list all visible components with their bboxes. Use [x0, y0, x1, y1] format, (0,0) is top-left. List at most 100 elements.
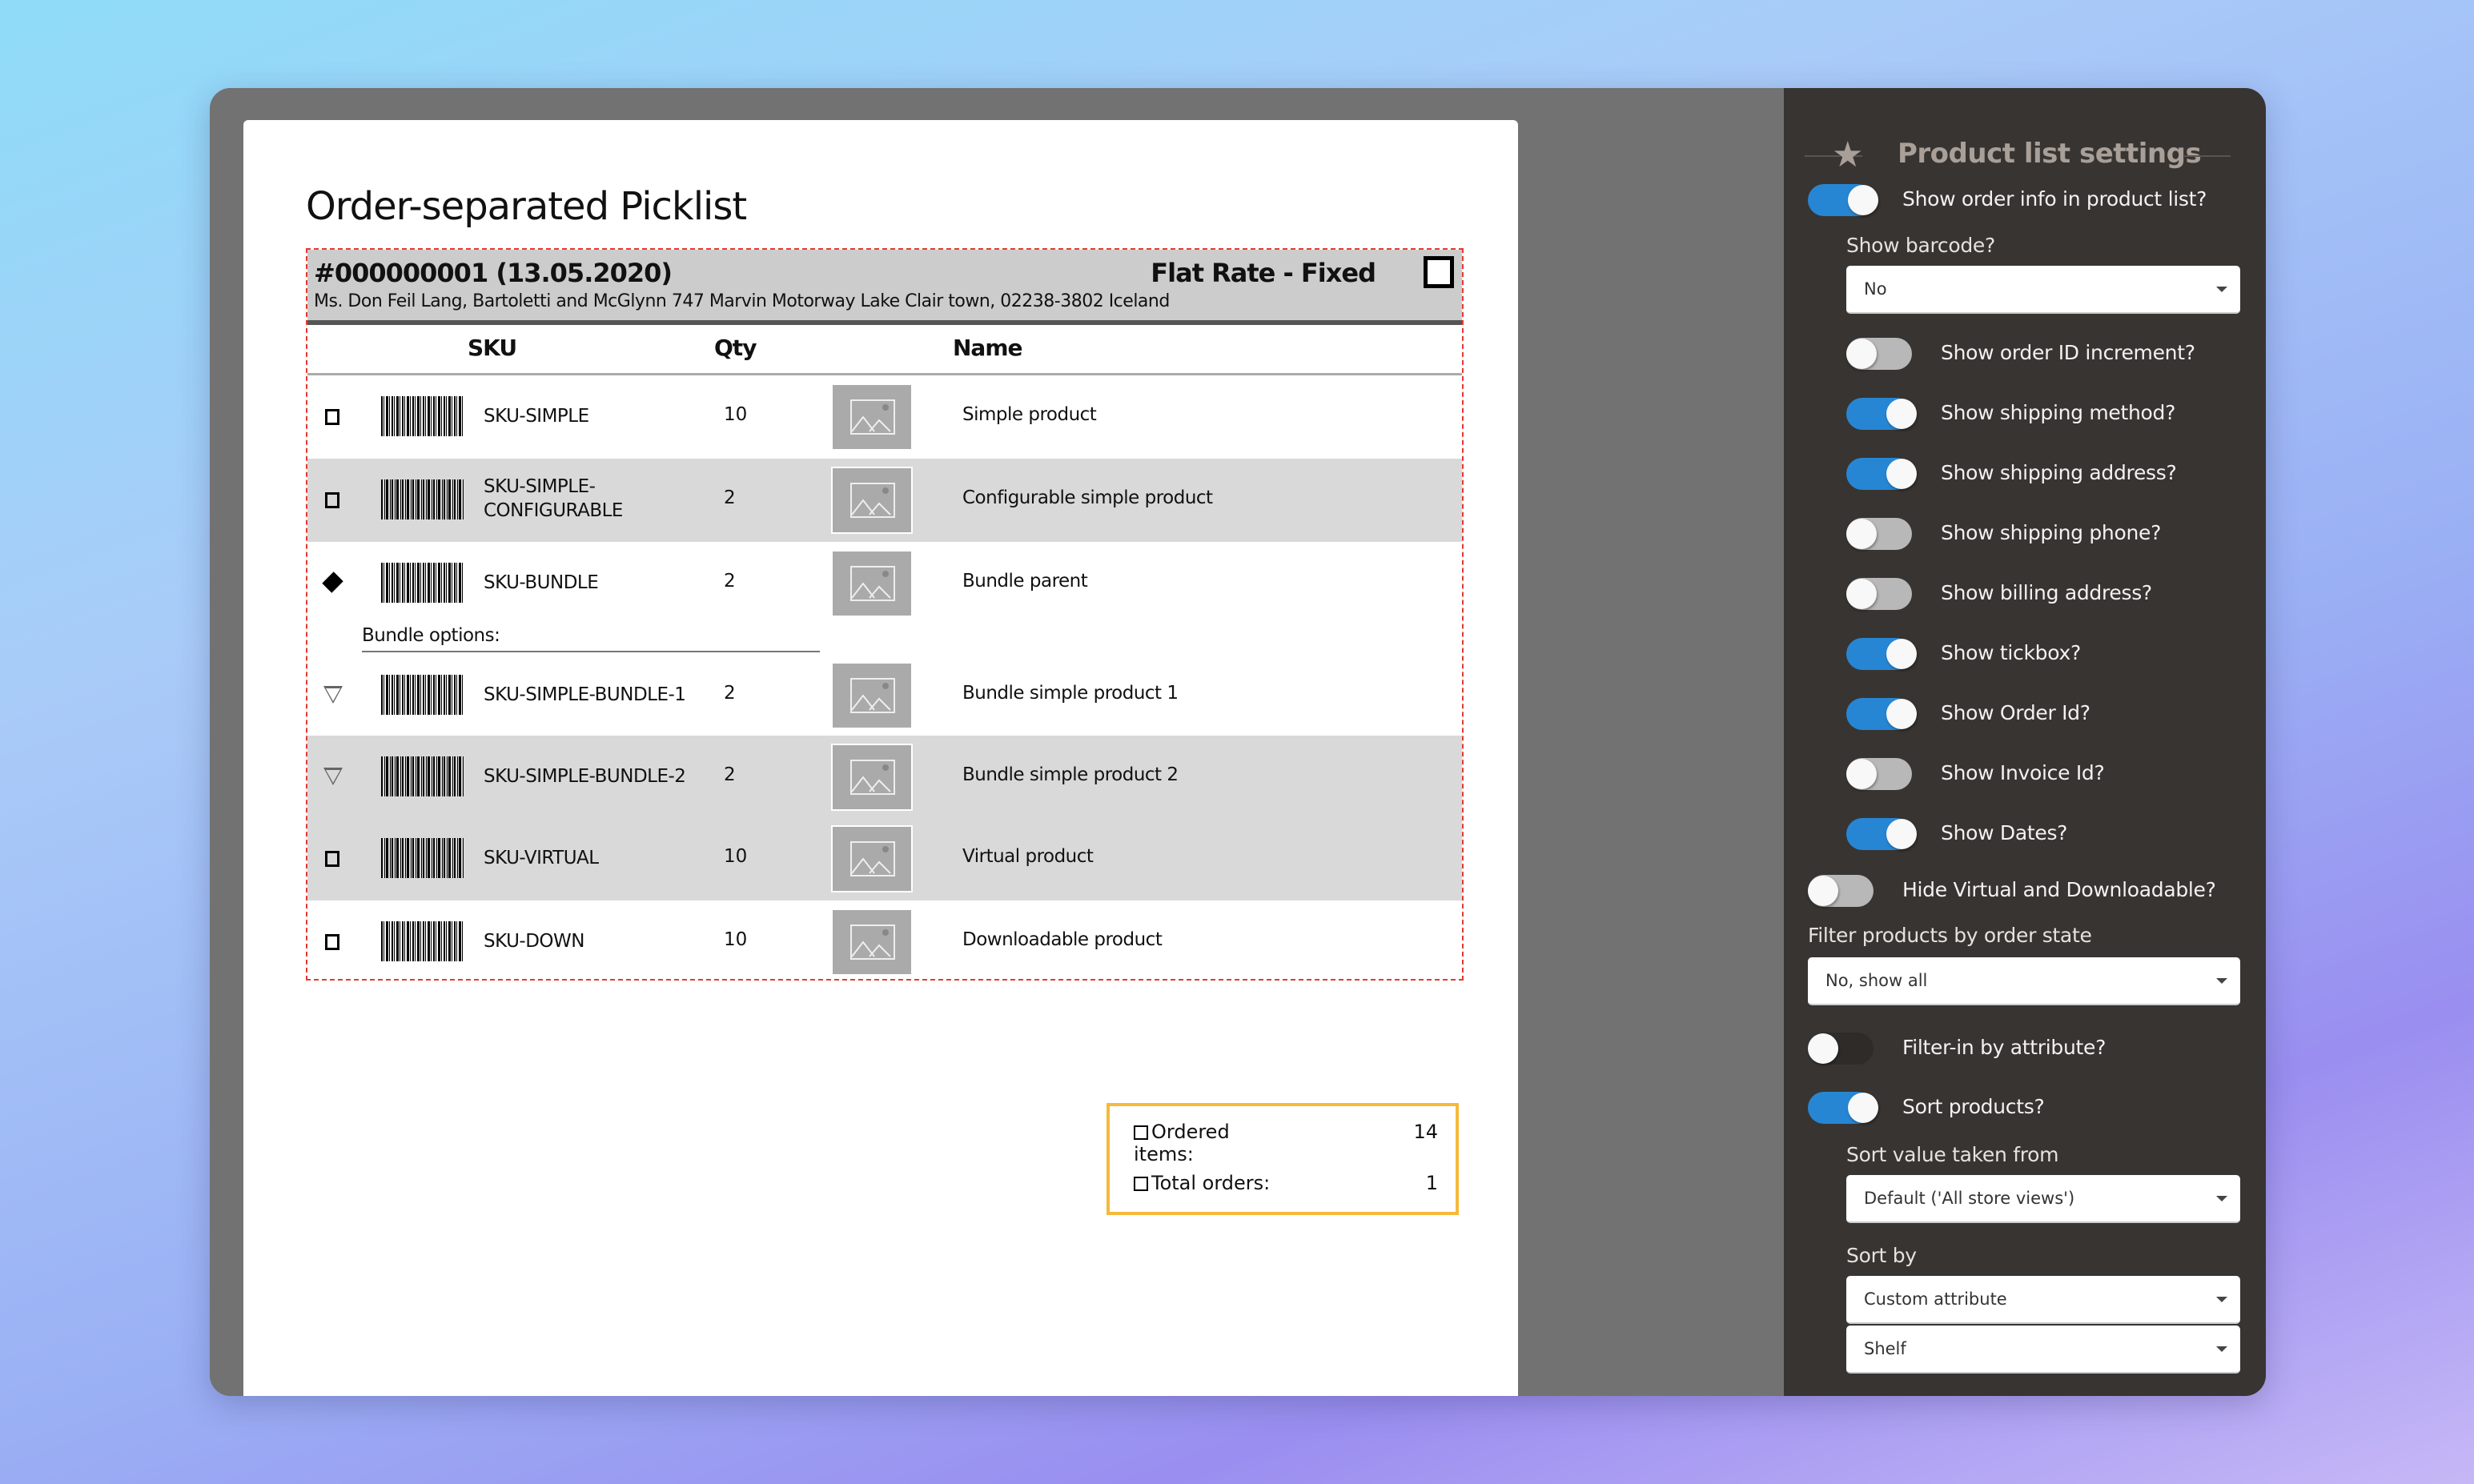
toggle-switch[interactable] [1846, 518, 1912, 550]
divider [362, 651, 820, 652]
barcode-image [381, 838, 464, 878]
sku: SKU-DOWN [484, 931, 584, 952]
toggle-switch[interactable] [1846, 338, 1912, 370]
show-barcode-label: Show barcode? [1846, 234, 1995, 257]
column-header-name: Name [953, 335, 1022, 361]
toggle-label: Show Order Id? [1941, 701, 2090, 724]
settings-title: Product list settings [1898, 138, 2202, 170]
toggle-label: Show Invoice Id? [1941, 761, 2105, 784]
ordered-items-value: 14 [1413, 1121, 1438, 1143]
toggle-switch[interactable] [1846, 398, 1917, 430]
toggle-switch[interactable] [1846, 458, 1917, 490]
sort-source-select[interactable]: Default ('All store views') [1846, 1175, 2240, 1223]
toggle-switch[interactable] [1846, 698, 1917, 730]
toggle-label: Show shipping method? [1941, 401, 2176, 424]
star-icon: ★ [1832, 134, 1864, 175]
sort-attribute-select[interactable]: Shelf [1846, 1326, 2240, 1374]
qty: 2 [724, 764, 736, 785]
caret-down-icon [2216, 1196, 2227, 1201]
tickbox-icon[interactable] [1134, 1125, 1148, 1140]
sku: SKU-BUNDLE [484, 572, 599, 593]
tickbox-icon[interactable] [1134, 1177, 1148, 1191]
tickbox-icon[interactable] [325, 409, 339, 425]
filter-state-label: Filter products by order state [1808, 924, 2092, 947]
sort-source-label: Sort value taken from [1846, 1143, 2059, 1166]
sku: SKU-SIMPLE-BUNDLE-2 [484, 766, 686, 787]
tickbox-icon[interactable] [325, 492, 339, 508]
toggle-label: Show billing address? [1941, 581, 2152, 604]
toggle-label: Hide Virtual and Downloadable? [1902, 878, 2216, 901]
select-value: No [1864, 279, 1887, 299]
toggle-label: Show tickbox? [1941, 641, 2081, 664]
product-row: SKU-SIMPLE-BUNDLE-2 2 Bundle simple produc… [307, 736, 1462, 817]
diamond-icon [322, 572, 343, 593]
toggle-switch[interactable] [1808, 1033, 1874, 1065]
toggle-label: Show order info in product list? [1902, 187, 2207, 211]
product-image-placeholder-icon [831, 467, 913, 534]
picklist-page: Order-separated Picklist #000000001 (13.… [243, 120, 1518, 1396]
product-row: SKU-SIMPLE-BUNDLE-1 2 Bundle simple produc… [307, 654, 1462, 736]
toggle-switch[interactable] [1846, 818, 1917, 850]
total-orders-label: Total orders: [1151, 1172, 1271, 1194]
barcode-image [381, 396, 464, 436]
barcode-image [381, 921, 464, 961]
toggle-label: Sort products? [1902, 1095, 2045, 1118]
app-window: Order-separated Picklist #000000001 (13.… [210, 88, 2266, 1396]
caret-down-icon [2216, 1297, 2227, 1302]
product-name: Bundle parent [962, 571, 1088, 592]
bundle-options-label: Bundle options: [362, 625, 500, 646]
qty: 10 [724, 846, 748, 867]
toggle-switch[interactable] [1846, 638, 1917, 670]
select-value: Custom attribute [1864, 1289, 2007, 1309]
toggle-switch[interactable] [1846, 578, 1912, 610]
product-name: Simple product [962, 404, 1097, 425]
select-value: No, show all [1825, 971, 1928, 990]
product-name: Bundle simple product 1 [962, 683, 1179, 704]
toggle-switch[interactable] [1808, 875, 1874, 907]
caret-down-icon [2216, 978, 2227, 984]
select-value: Default ('All store views') [1864, 1189, 2075, 1208]
toggle-label: Filter-in by attribute? [1902, 1036, 2107, 1059]
sku: SKU-SIMPLE [484, 406, 589, 427]
product-image-placeholder-icon [833, 664, 911, 728]
sort-by-label: Sort by [1846, 1244, 1917, 1267]
product-image-placeholder-icon [831, 744, 913, 811]
caret-down-icon [2216, 1346, 2227, 1352]
show-barcode-select[interactable]: No [1846, 266, 2240, 314]
product-image-placeholder-icon [833, 551, 911, 616]
toggle-switch[interactable] [1808, 184, 1878, 216]
preview-area: Order-separated Picklist #000000001 (13.… [210, 88, 1784, 1396]
order-block: #000000001 (13.05.2020) Flat Rate - Fixe… [306, 248, 1464, 981]
product-rows: SKU-SIMPLE 10 Simple product SKU-SIMPLE- CON… [307, 375, 1462, 984]
ordered-items-row: Ordered items: 14 [1134, 1121, 1438, 1165]
shipping-address: Ms. Don Feil Lang, Bartoletti and McGlyn… [314, 291, 1170, 311]
toggle-switch[interactable] [1846, 758, 1912, 790]
settings-header: ★ Product list settings [1784, 112, 2266, 175]
bundle-options-header: Bundle options: [307, 625, 1462, 654]
product-image-placeholder-icon [831, 825, 913, 892]
totals-box: Ordered items: 14 Total orders: 1 [1106, 1103, 1459, 1215]
sort-by-select[interactable]: Custom attribute [1846, 1276, 2240, 1324]
toggle-label: Show order ID increment? [1941, 341, 2195, 364]
barcode-image [381, 756, 464, 796]
filter-state-select[interactable]: No, show all [1808, 957, 2240, 1005]
total-orders-value: 1 [1425, 1172, 1438, 1194]
tickbox-icon[interactable] [325, 934, 339, 950]
product-name: Bundle simple product 2 [962, 764, 1179, 785]
barcode-image [381, 675, 464, 715]
toggle-switch[interactable] [1808, 1092, 1878, 1124]
shipping-method: Flat Rate - Fixed [1151, 258, 1376, 288]
sku: SKU-VIRTUAL [484, 848, 599, 868]
caret-down-icon [2216, 287, 2227, 292]
order-tickbox[interactable] [1424, 256, 1454, 288]
toggle-label: Show shipping address? [1941, 461, 2177, 484]
product-row: SKU-VIRTUAL 10 Virtual product [307, 817, 1462, 900]
qty: 2 [724, 683, 736, 704]
column-header-qty: Qty [714, 335, 757, 361]
tickbox-icon[interactable] [325, 851, 339, 867]
qty: 2 [724, 487, 736, 508]
product-image-placeholder-icon [833, 910, 911, 974]
barcode-image [381, 479, 464, 519]
product-name: Configurable simple product [962, 487, 1213, 508]
total-orders-row: Total orders: 1 [1134, 1172, 1438, 1194]
